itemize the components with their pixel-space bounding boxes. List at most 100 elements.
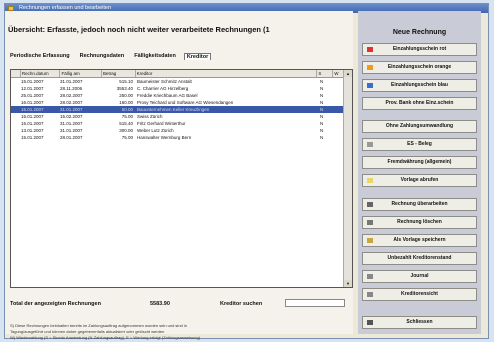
row-kreditor: Swiss Zürich [137, 114, 163, 119]
row-kreditor: Baumeister Schmitz Anstalt [137, 79, 192, 84]
schliessen-button[interactable]: Schliessen [362, 316, 477, 329]
row-rechn-datum: 25.01.2007 [21, 93, 44, 98]
orange-slip-icon [367, 65, 373, 70]
column-header-rechn-datum[interactable]: Rechn.datum [21, 70, 61, 77]
row-checkbox[interactable] [11, 92, 20, 99]
kreditor-search-input[interactable] [285, 299, 345, 307]
row-faellig: 28.02.2007 [60, 93, 83, 98]
table-row[interactable]: 15.01.2007 31.01.2007 515.10 Baumeister Sch… [11, 78, 352, 85]
row-betrag: 160.00 [119, 100, 133, 105]
row-rechn-datum: 15.01.2007 [21, 121, 44, 126]
table-header: Rechn.datum Fällig am Betrag Kreditor S … [11, 70, 352, 78]
row-checkbox[interactable] [11, 134, 20, 141]
legend-line: W) Wiederzahlung (S = Skonto Anwendung (… [10, 335, 201, 340]
einzahlungsschein-blau-button[interactable]: Einzahlungsschein blau [362, 79, 477, 92]
als-vorlage-speichern-button[interactable]: Als Vorlage speichern [362, 234, 477, 247]
row-betrag: 515.10 [119, 79, 133, 84]
row-rechn-datum: 15.01.2007 [21, 79, 44, 84]
row-s: N [320, 121, 324, 126]
pencil-icon [367, 202, 373, 207]
kreditor-search-label: Kreditor suchen [220, 301, 263, 307]
row-betrag: 515.40 [119, 121, 133, 126]
row-kreditor: Hanswalter Wernburg Bern [137, 135, 192, 140]
row-checkbox[interactable] [11, 85, 20, 92]
template-icon [367, 178, 373, 183]
table-row[interactable]: 25.01.2007 28.02.2007 250.00 Freddie Kriech… [11, 92, 352, 99]
row-rechn-datum: 15.01.2007 [21, 107, 44, 112]
main-panel: Übersicht: Erfasste, jedoch noch nicht w… [5, 11, 353, 340]
row-faellig: 28.02.2007 [60, 100, 83, 105]
row-checkbox[interactable] [11, 127, 20, 134]
save-template-icon [367, 238, 373, 243]
column-header-select[interactable] [11, 70, 21, 77]
tab-faelligkeitsdaten[interactable]: Fälligkeitsdaten [132, 53, 178, 60]
unbezahlt-kreditorenstand-button[interactable]: Unbezahlt Kreditorenstand [362, 252, 477, 265]
fremdwaehrung-button[interactable]: Fremdwährung (allgemein) [362, 156, 477, 169]
row-s: N [320, 86, 324, 91]
einzahlungsschein-rot-button[interactable]: Einzahlungsschein rot [362, 43, 477, 56]
table-row[interactable]: 15.01.2007 28.01.2007 75.00 Hanswalter Wern… [11, 134, 352, 141]
row-betrag: 300.00 [119, 128, 133, 133]
row-s: N [320, 100, 324, 105]
row-kreditor: C. Charrier AG Hirzelberg [137, 86, 189, 91]
tab-kreditor[interactable]: Kreditor [183, 53, 212, 60]
row-betrag: 75.00 [121, 114, 133, 119]
table-body: 15.01.2007 31.01.2007 515.10 Baumeister Sch… [11, 78, 352, 141]
column-header-faellig[interactable]: Fällig am [60, 70, 102, 77]
document-icon [367, 142, 373, 147]
row-betrag: 250.00 [119, 93, 133, 98]
row-s: N [320, 93, 324, 98]
row-checkbox[interactable] [11, 78, 20, 85]
row-faellig: 28.01.2007 [60, 135, 83, 140]
prov-bank-button[interactable]: Prov. Bank ohne Einz.schein [362, 97, 477, 110]
tab-periodische-erfassung[interactable]: Periodische Erfassung [8, 53, 72, 60]
einzahlungsschein-orange-button[interactable]: Einzahlungsschein orange [362, 61, 477, 74]
row-faellig: 15.02.2007 [60, 114, 83, 119]
row-faellig: 31.01.2007 [60, 121, 83, 126]
ohne-zahlungsumwandlung-button[interactable]: Ohne Zahlungsumwandlung [362, 120, 477, 133]
column-header-betrag[interactable]: Betrag [102, 70, 136, 77]
table-row[interactable]: 12.01.2007 28.11.2006 3553.40 C. Charrier A… [11, 85, 352, 92]
row-checkbox[interactable] [11, 113, 20, 120]
scroll-down-icon[interactable]: ▼ [344, 280, 352, 287]
red-slip-icon [367, 47, 373, 52]
vertical-scrollbar[interactable]: ▲ ▼ [343, 70, 352, 287]
row-rechn-datum: 15.01.2007 [21, 135, 44, 140]
row-s: N [320, 135, 324, 140]
row-kreditor: Bauunternehmen Keller Kreuzlingen [137, 107, 210, 112]
table-row[interactable]: 13.01.2007 31.01.2007 300.00 Weber Lutz Zür… [11, 127, 352, 134]
es-beleg-button[interactable]: ES - Beleg [362, 138, 477, 151]
row-s: N [320, 114, 324, 119]
journal-button[interactable]: Journal [362, 270, 477, 283]
row-kreditor: Prosy Teichard und Software AG Wiesendan… [137, 100, 234, 105]
table-row[interactable]: 15.01.2007 31.01.2007 50.00 Bauunternehmen … [11, 106, 352, 113]
row-rechn-datum: 12.01.2007 [21, 86, 44, 91]
table-row[interactable]: 15.01.2007 15.02.2007 75.00 Swiss Zürich N [11, 113, 352, 120]
rechnung-loeschen-button[interactable]: Rechnung löschen [362, 216, 477, 229]
total-label: Total der angezeigten Rechnungen [10, 301, 101, 307]
row-checkbox[interactable] [11, 99, 20, 106]
row-kreditor: Freddie Kriechbaum AG Basel [137, 93, 198, 98]
row-checkbox[interactable] [11, 120, 20, 127]
kreditorensicht-button[interactable]: Kreditorensicht [362, 288, 477, 301]
delete-icon [367, 220, 373, 225]
search-icon [367, 292, 373, 297]
page-title: Übersicht: Erfasste, jedoch noch nicht w… [8, 25, 270, 34]
row-betrag: 3553.40 [116, 86, 133, 91]
row-rechn-datum: 13.01.2007 [21, 128, 44, 133]
vorlage-abrufen-button[interactable]: Vorlage abrufen [362, 174, 477, 187]
tab-rechnungsdaten[interactable]: Rechnungsdaten [78, 53, 127, 60]
table-row[interactable]: 16.01.2007 28.02.2007 160.00 Prosy Teichard… [11, 99, 352, 106]
column-header-s[interactable]: S [317, 70, 334, 77]
column-header-kreditor[interactable]: Kreditor [136, 70, 318, 77]
row-kreditor: Weber Lutz Zürich [137, 128, 174, 133]
row-s: N [320, 128, 324, 133]
rechnung-ueberarbeiten-button[interactable]: Rechnung überarbeiten [362, 198, 477, 211]
row-checkbox[interactable] [11, 106, 20, 113]
blue-slip-icon [367, 83, 373, 88]
total-value: 5583.90 [150, 301, 170, 307]
journal-icon [367, 274, 373, 279]
table-row[interactable]: 15.01.2007 31.01.2007 515.40 Fritz Gerhard … [11, 120, 352, 127]
scroll-up-icon[interactable]: ▲ [344, 70, 352, 77]
row-faellig: 28.11.2006 [60, 86, 83, 91]
